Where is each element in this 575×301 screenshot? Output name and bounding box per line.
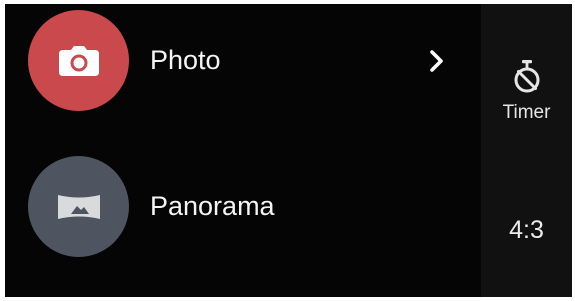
chevron-right-icon[interactable] [427, 50, 447, 72]
mode-label-panorama: Panorama [150, 191, 275, 221]
camera-mode-screen: Photo Panorama Timer 4:3 [5, 4, 572, 297]
aspect-ratio-label: 4:3 [509, 216, 544, 244]
photo-mode-circle [28, 10, 129, 111]
camera-icon [58, 45, 99, 76]
timer-button[interactable]: Timer [481, 44, 572, 134]
aspect-ratio-button[interactable]: 4:3 [481, 204, 572, 264]
timer-label: Timer [502, 102, 551, 123]
mode-label-photo: Photo [150, 45, 221, 75]
panorama-mode-circle [28, 156, 129, 257]
panorama-icon [57, 194, 100, 219]
mode-item-panorama[interactable]: Panorama [5, 156, 481, 276]
timer-icon [514, 60, 540, 93]
mode-list: Photo Panorama [5, 4, 481, 297]
mode-item-photo[interactable]: Photo [5, 10, 481, 130]
side-panel: Timer 4:3 [481, 4, 572, 297]
